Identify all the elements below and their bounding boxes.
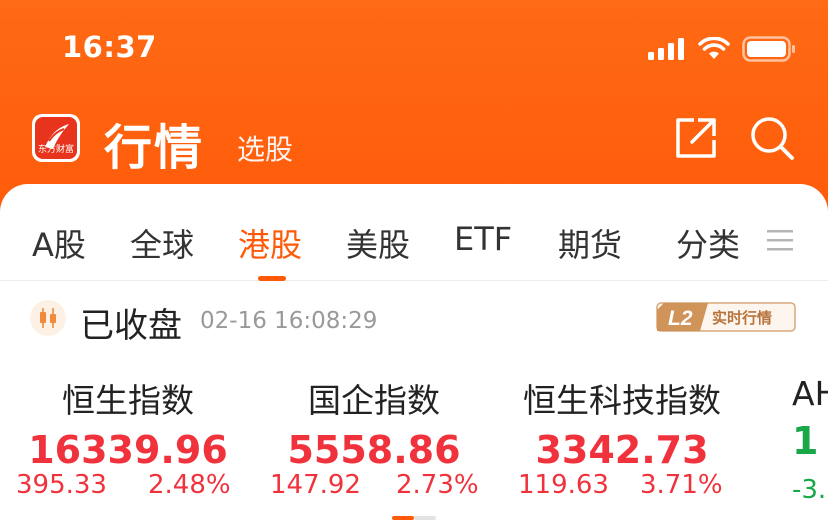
index-name: 恒生科技指数 bbox=[523, 381, 721, 420]
status-icons bbox=[648, 36, 796, 62]
market-status-row: 已收盘 02-16 16:08:29 L2 实时行情 bbox=[0, 298, 828, 348]
tab-us-stocks[interactable]: 美股 bbox=[346, 220, 410, 266]
index-name: 国企指数 bbox=[308, 381, 440, 420]
market-time: 02-16 16:08:29 bbox=[200, 308, 378, 334]
stock-picker-link[interactable]: 选股 bbox=[237, 128, 293, 168]
index-value: 16339.96 bbox=[28, 428, 228, 472]
app-logo[interactable]: 东方财富 bbox=[32, 114, 80, 162]
battery-icon bbox=[742, 36, 795, 62]
index-change: 119.63 bbox=[518, 470, 609, 500]
index-value: 3342.73 bbox=[535, 428, 709, 472]
index-percent: 2.73% bbox=[396, 470, 479, 500]
tab-futures[interactable]: 期货 bbox=[558, 220, 622, 266]
candlestick-icon bbox=[30, 300, 66, 336]
index-value: 5558.86 bbox=[287, 428, 461, 472]
market-tabs: A股 全球 港股 美股 ETF 期货 分类 bbox=[0, 184, 828, 281]
index-value: 1 bbox=[792, 419, 819, 463]
carousel-indicator bbox=[392, 516, 436, 520]
tab-a-shares[interactable]: A股 bbox=[32, 220, 86, 266]
index-name: AH bbox=[792, 374, 828, 413]
index-name: 恒生指数 bbox=[62, 381, 194, 420]
index-percent: 3.71% bbox=[640, 470, 723, 500]
badge-text: 实时行情 bbox=[712, 309, 772, 327]
index-change: -3.6 bbox=[792, 475, 828, 505]
index-card-ah[interactable]: AH 1 -3.6 bbox=[792, 374, 828, 505]
index-card-hsi[interactable]: 恒生指数 16339.96 395.33 2.48% bbox=[8, 374, 248, 500]
active-tab-indicator bbox=[258, 276, 286, 281]
share-icon[interactable] bbox=[672, 114, 720, 162]
logo-text: 东方财富 bbox=[37, 145, 74, 155]
search-icon[interactable] bbox=[748, 114, 796, 162]
tab-etf[interactable]: ETF bbox=[454, 220, 512, 258]
index-card-hstech[interactable]: 恒生科技指数 3342.73 119.63 3.71% bbox=[502, 374, 742, 500]
status-time: 16:37 bbox=[62, 30, 157, 64]
menu-icon[interactable] bbox=[766, 228, 794, 252]
tab-hk-stocks[interactable]: 港股 bbox=[238, 220, 302, 266]
market-card: A股 全球 港股 美股 ETF 期货 分类 已收盘 02-16 16:08:29 bbox=[0, 184, 828, 530]
index-change: 395.33 bbox=[16, 470, 107, 500]
index-percent: 2.48% bbox=[148, 470, 231, 500]
page-title: 行情 bbox=[104, 120, 205, 176]
tab-categories[interactable]: 分类 bbox=[676, 220, 740, 266]
index-card-hscei[interactable]: 国企指数 5558.86 147.92 2.73% bbox=[254, 374, 494, 500]
cellular-signal-icon bbox=[648, 38, 684, 60]
badge-level: L2 bbox=[668, 307, 693, 330]
index-change: 147.92 bbox=[270, 470, 361, 500]
market-status: 已收盘 bbox=[80, 306, 182, 346]
l2-realtime-badge[interactable]: L2 实时行情 bbox=[656, 302, 796, 332]
tab-global[interactable]: 全球 bbox=[130, 220, 194, 266]
wifi-icon bbox=[698, 37, 730, 59]
